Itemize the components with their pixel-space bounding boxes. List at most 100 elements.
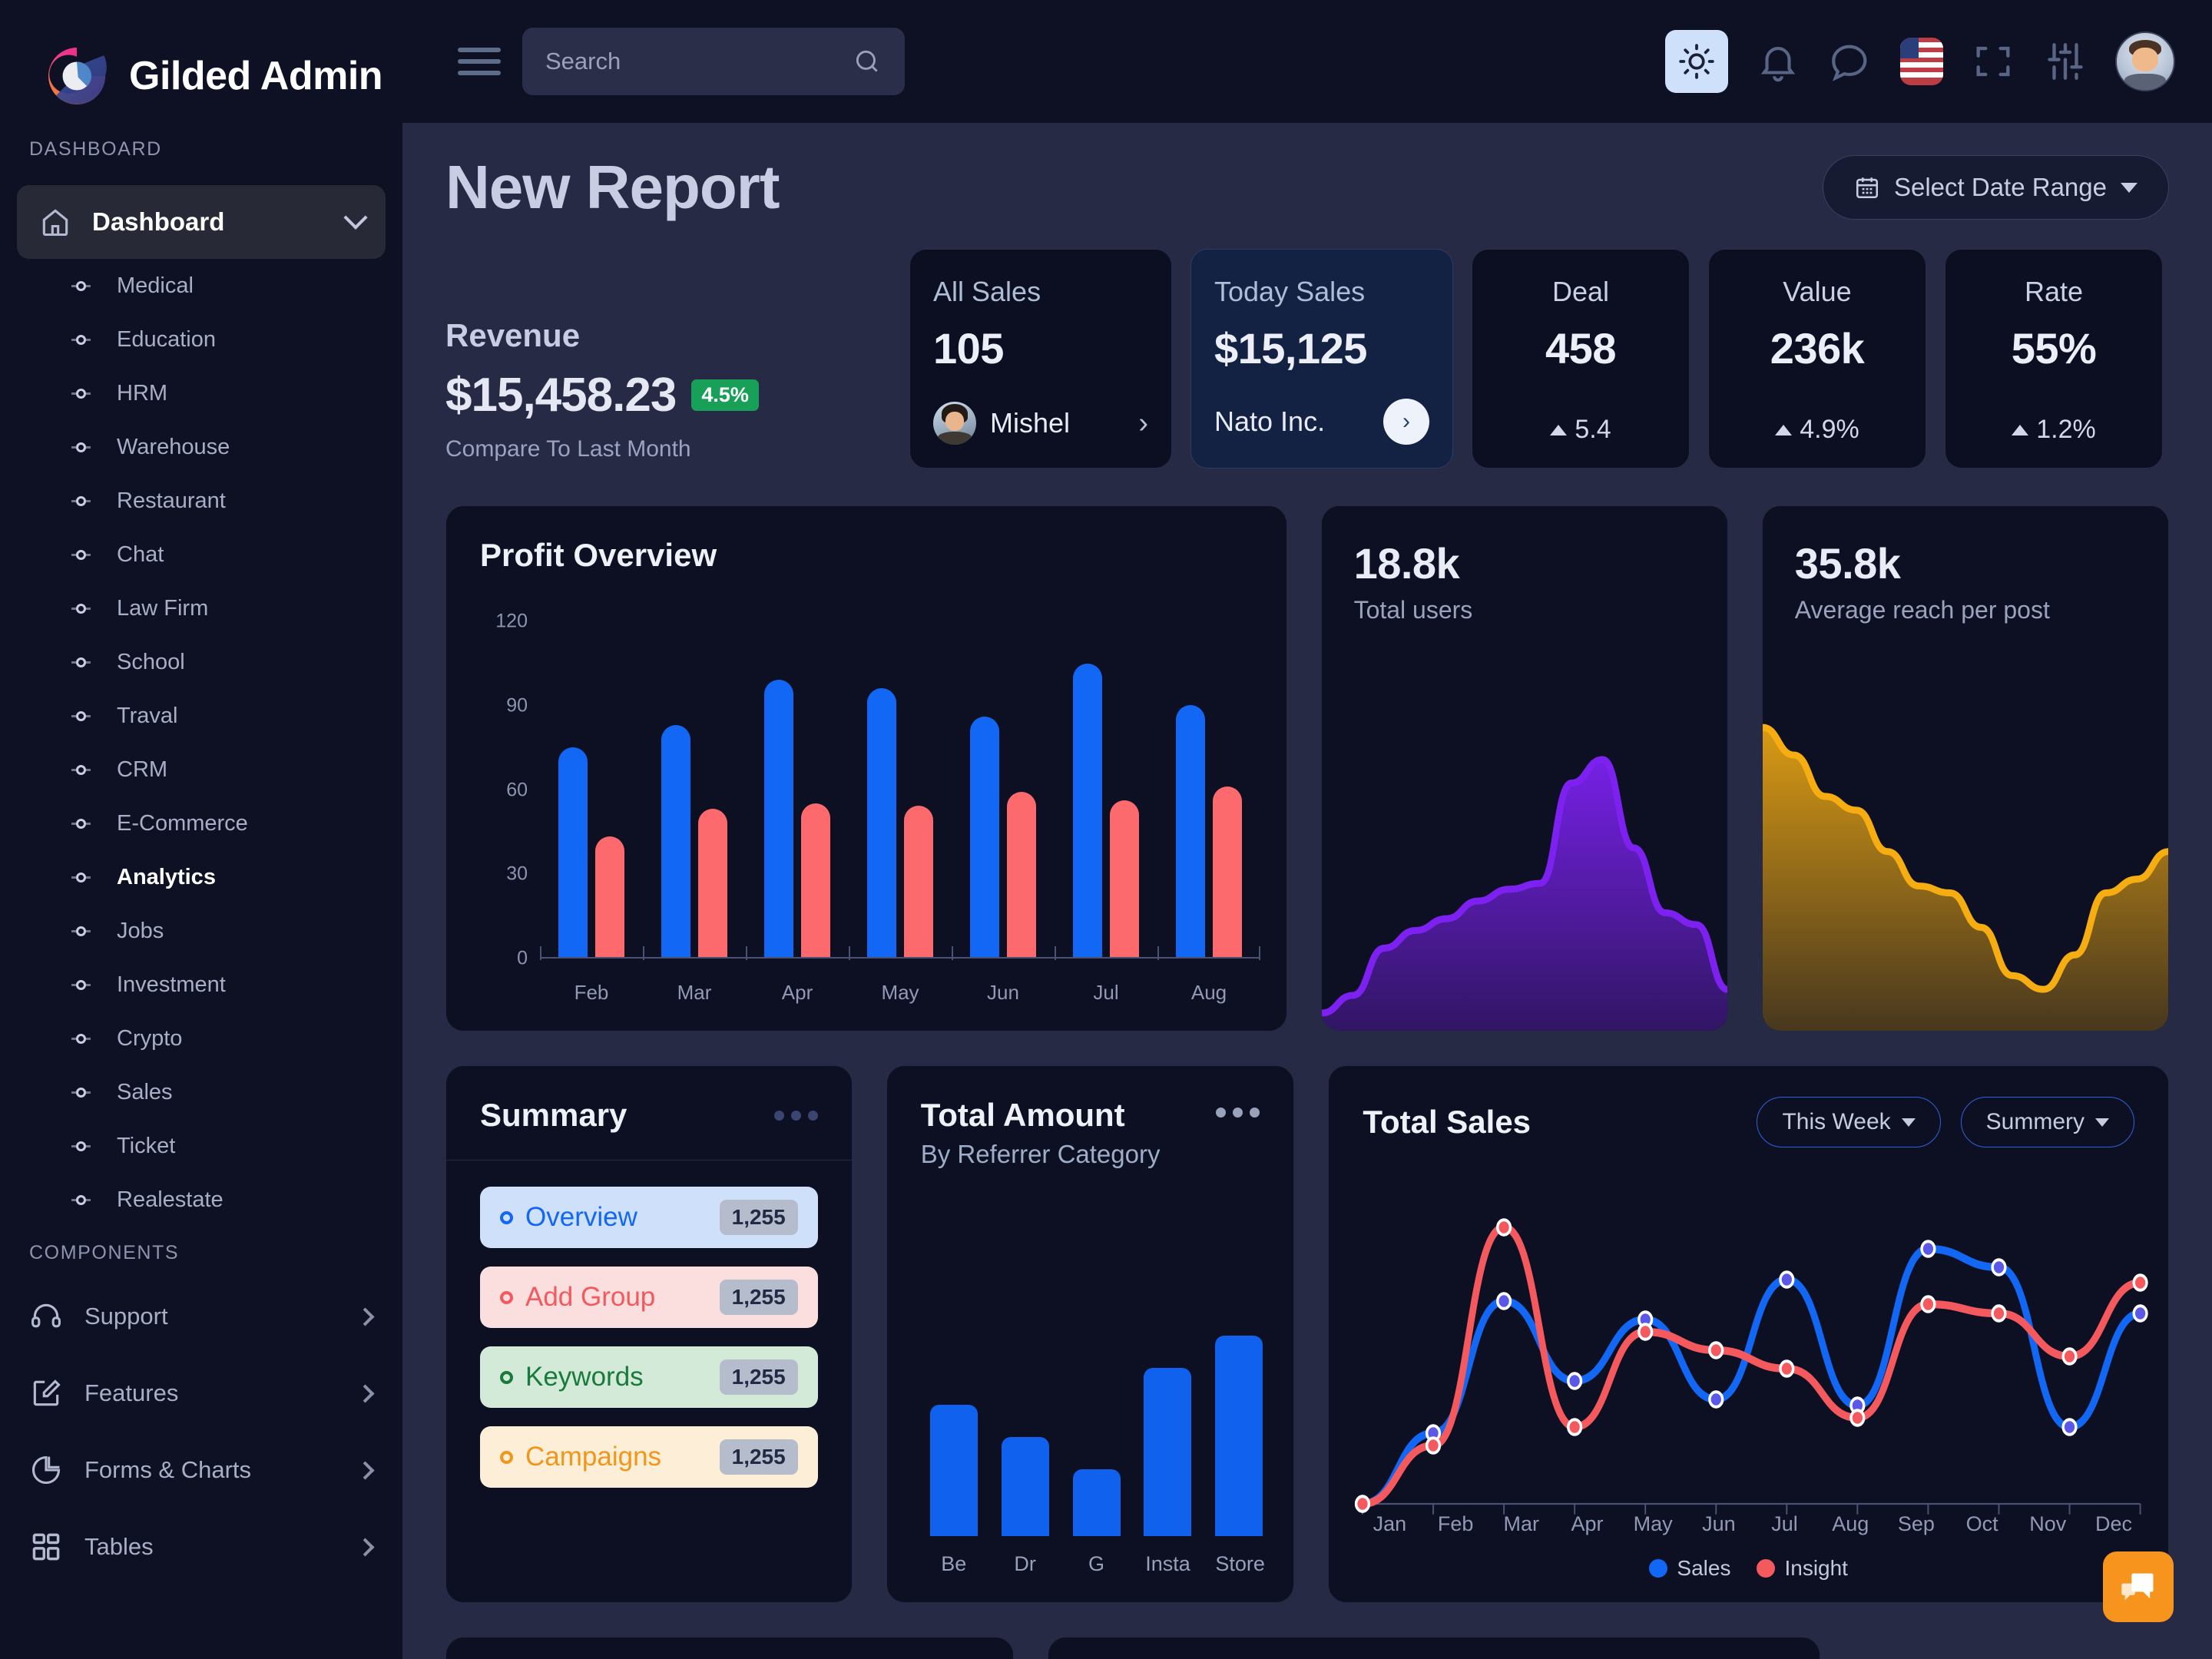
sidebar-item-label: Features: [84, 1379, 179, 1406]
avatar: [933, 402, 976, 445]
sidebar-item-warehouse[interactable]: Warehouse: [0, 420, 402, 474]
bar: [866, 688, 896, 957]
summary-item-count: 1,255: [719, 1359, 798, 1395]
legend-label: Sales: [1677, 1556, 1731, 1580]
edit-square-icon: [29, 1376, 63, 1410]
sidebar-item-traval[interactable]: Traval: [0, 689, 402, 743]
total-sales-card: Total Sales This Week Summery Jan Feb Ma…: [1328, 1065, 2169, 1603]
us-flag-icon[interactable]: [1900, 38, 1943, 85]
total-sales-line-chart: [1355, 1197, 2149, 1515]
sidebar-item-dashboard[interactable]: Dashboard: [17, 185, 386, 259]
sidebar-item-label: Education: [117, 326, 216, 352]
settings-sliders-icon[interactable]: [2043, 39, 2088, 84]
bar: [1006, 792, 1036, 957]
kpi-card-value[interactable]: Value 236k 4.9%: [1708, 249, 1926, 469]
bar-group: [866, 621, 933, 957]
three-dots-icon[interactable]: [1216, 1108, 1260, 1118]
sun-icon[interactable]: [1665, 30, 1728, 93]
legend-item: Sales: [1649, 1556, 1730, 1581]
sidebar-item-jobs[interactable]: Jobs: [0, 904, 402, 958]
summary-item-label: Overview: [525, 1202, 637, 1232]
user-avatar[interactable]: [2115, 31, 2175, 91]
hamburger-menu-icon[interactable]: [458, 48, 501, 75]
summary-item[interactable]: Campaigns 1,255: [480, 1426, 818, 1488]
sidebar-item-crypto[interactable]: Crypto: [0, 1012, 402, 1065]
chevron-right-icon[interactable]: ›: [1138, 407, 1148, 440]
summary-item[interactable]: Keywords 1,255: [480, 1346, 818, 1408]
y-axis-tick: 90: [506, 694, 528, 717]
select-date-range-button[interactable]: Select Date Range: [1822, 155, 2169, 220]
three-dots-icon[interactable]: [773, 1110, 818, 1121]
kpi-card-all-sales[interactable]: All Sales 105 Mishel ›: [909, 249, 1172, 469]
data-point: [1779, 1359, 1795, 1378]
sidebar-item-investment[interactable]: Investment: [0, 958, 402, 1012]
select-date-range-label: Select Date Range: [1893, 173, 2107, 201]
bullet-dot-icon: [68, 334, 94, 345]
charts-row-2: Summary Overview 1,255 Add Group 1,255 Keywo…: [445, 1065, 2169, 1603]
sidebar-item-ticket[interactable]: Ticket: [0, 1119, 402, 1173]
sidebar-item-sales[interactable]: Sales: [0, 1065, 402, 1119]
data-point: [1991, 1258, 2007, 1277]
bell-icon[interactable]: [1756, 39, 1800, 84]
data-point: [2132, 1273, 2149, 1292]
sidebar-item-analytics[interactable]: Analytics: [0, 850, 402, 904]
bar-group: [1072, 621, 1139, 957]
x-axis-tick: Oct: [1965, 1512, 1998, 1535]
sidebar-item-law-firm[interactable]: Law Firm: [0, 581, 402, 635]
fullscreen-icon[interactable]: [1971, 39, 2015, 84]
sidebar-item-label: School: [117, 649, 185, 674]
kpi-delta-value: 1.2%: [2036, 415, 2096, 444]
total-amount-card: Total Amount By Referrer Category Be Dr G I…: [886, 1065, 1295, 1603]
kpi-card-deal[interactable]: Deal 458 5.4: [1472, 249, 1690, 469]
kpi-person-name: Mishel: [990, 407, 1071, 439]
kpi-title: Deal: [1551, 276, 1610, 307]
sidebar-sub-list: Medical Education HRM Warehouse Restaurant Ch…: [0, 259, 402, 1227]
kpi-delta-value: 5.4: [1575, 415, 1611, 444]
x-axis-tick: Jan: [1373, 1512, 1407, 1535]
search-placeholder: Search: [545, 48, 621, 75]
chat-message-icon[interactable]: [2103, 1551, 2174, 1622]
sidebar-item-realestate[interactable]: Realestate: [0, 1173, 402, 1227]
sidebar-item-label: Law Firm: [117, 595, 209, 621]
sidebar-item-tables[interactable]: Tables: [0, 1508, 402, 1585]
summary-item[interactable]: Overview 1,255: [480, 1187, 818, 1248]
kpi-card-today-sales[interactable]: Today Sales $15,125 Nato Inc. ›: [1190, 249, 1453, 469]
sidebar-item-school[interactable]: School: [0, 635, 402, 689]
x-axis-tick: Store: [1215, 1552, 1265, 1575]
x-axis-tick: Apr: [1571, 1512, 1604, 1535]
bar-group: [661, 621, 727, 957]
bullet-dot-icon: [68, 1033, 94, 1044]
sidebar-item-chat[interactable]: Chat: [0, 528, 402, 581]
sidebar-item-medical[interactable]: Medical: [0, 259, 402, 313]
sidebar-item-label: CRM: [117, 757, 168, 782]
sidebar-item-label: Warehouse: [117, 434, 230, 459]
sidebar-item-label: Traval: [117, 703, 178, 728]
kpi-card-rate[interactable]: Rate 55% 1.2%: [1945, 249, 2163, 469]
bullet-dot-icon: [68, 495, 94, 506]
sidebar-item-crm[interactable]: CRM: [0, 743, 402, 796]
bullet-dot-icon: [68, 710, 94, 721]
sidebar-item-education[interactable]: Education: [0, 313, 402, 366]
chat-bubble-icon[interactable]: [1828, 39, 1873, 84]
sidebar-item-restaurant[interactable]: Restaurant: [0, 474, 402, 528]
sidebar-item-support[interactable]: Support: [0, 1278, 402, 1355]
average-reach-card: 35.8k Average reach per post: [1761, 505, 2169, 1031]
brand[interactable]: Gilded Admin: [0, 0, 402, 123]
total-sales-title: Total Sales: [1363, 1104, 1532, 1140]
kpi-title: Value: [1783, 276, 1852, 307]
chevron-down-icon: [2121, 182, 2137, 193]
sidebar-item-forms-charts[interactable]: Forms & Charts: [0, 1432, 402, 1508]
summary-item[interactable]: Add Group 1,255: [480, 1267, 818, 1328]
filter-summary-label: Summery: [1985, 1109, 2085, 1134]
total-amount-bars: [929, 1289, 1263, 1536]
filter-this-week-dropdown[interactable]: This Week: [1757, 1097, 1941, 1147]
data-point: [1567, 1418, 1583, 1436]
chevron-right-button[interactable]: ›: [1383, 399, 1429, 445]
filter-summary-dropdown[interactable]: Summery: [1960, 1097, 2134, 1147]
sidebar-item-hrm[interactable]: HRM: [0, 366, 402, 420]
search-input[interactable]: Search: [522, 28, 905, 95]
chevron-right-icon: [356, 1383, 375, 1403]
data-point: [1567, 1372, 1583, 1390]
sidebar-item-features[interactable]: Features: [0, 1355, 402, 1432]
sidebar-item-e-commerce[interactable]: E-Commerce: [0, 796, 402, 850]
